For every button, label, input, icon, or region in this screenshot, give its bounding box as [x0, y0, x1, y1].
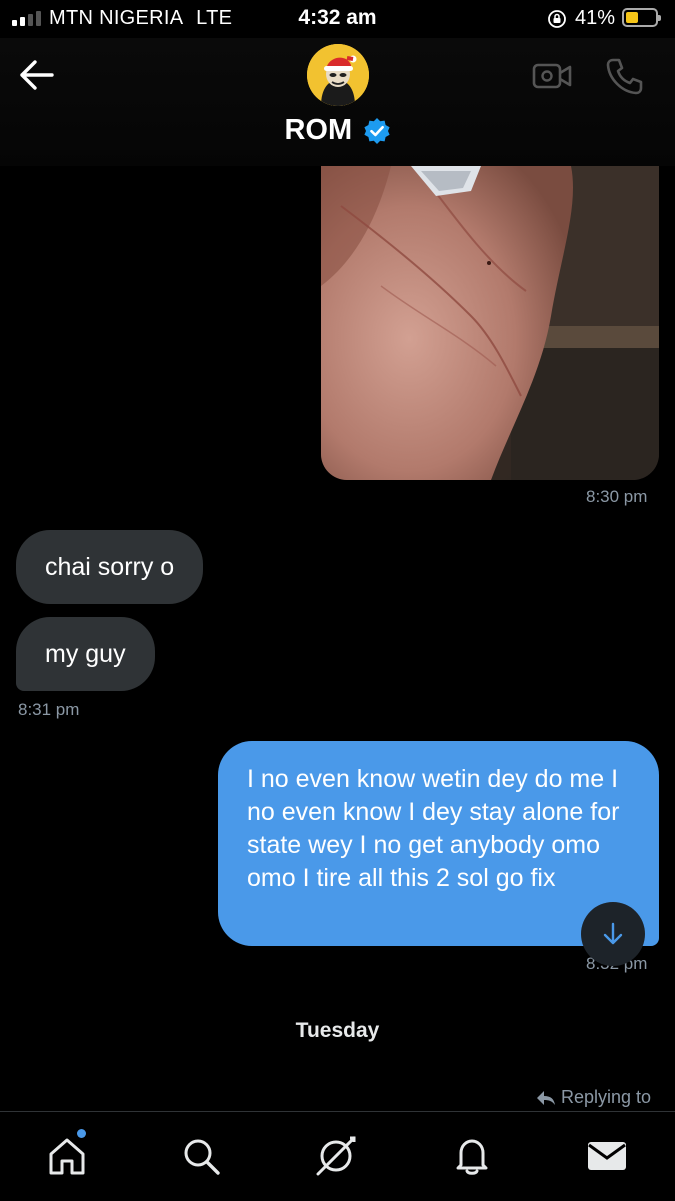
- battery-percent: 41%: [575, 7, 616, 29]
- incoming-message-bubble[interactable]: chai sorry o: [16, 530, 204, 604]
- replying-to-indicator[interactable]: Replying to: [536, 1087, 651, 1108]
- contact-name[interactable]: ROM: [284, 114, 352, 146]
- video-call-icon[interactable]: [532, 60, 572, 92]
- nav-spaces[interactable]: [314, 1134, 358, 1178]
- scroll-to-bottom-button[interactable]: [581, 902, 645, 966]
- avatar[interactable]: [307, 44, 369, 106]
- status-time: 4:32 am: [298, 6, 377, 29]
- search-icon: [184, 1139, 220, 1175]
- conversation-header: ROM: [0, 38, 675, 166]
- battery-icon: [622, 8, 661, 27]
- nav-home[interactable]: [45, 1134, 89, 1178]
- nav-notifications[interactable]: [450, 1134, 494, 1178]
- arrow-down-icon: [603, 922, 623, 945]
- spaces-icon: [316, 1136, 356, 1176]
- verified-badge-icon: [363, 117, 390, 144]
- day-separator: Tuesday: [295, 1019, 380, 1042]
- photo-image: [321, 166, 659, 480]
- notification-dot: [77, 1129, 86, 1138]
- notifications-icon: [456, 1139, 488, 1175]
- messages-icon: [588, 1142, 626, 1170]
- nav-search[interactable]: [179, 1134, 223, 1178]
- shared-photo[interactable]: [321, 166, 659, 480]
- home-icon: [49, 1138, 85, 1175]
- status-bar: MTN NIGERIA LTE 4:32 am 41%: [0, 0, 675, 38]
- incoming-message-bubble[interactable]: my guy: [16, 617, 155, 691]
- avatar-image: [307, 44, 369, 106]
- replying-to-label: Replying to: [561, 1087, 652, 1107]
- nav-messages[interactable]: [585, 1134, 629, 1178]
- rotation-lock-icon: [548, 10, 566, 28]
- phone-call-icon[interactable]: [604, 56, 644, 96]
- bottom-navigation: [0, 1111, 675, 1201]
- message-timestamp: 8:31 pm: [18, 700, 80, 719]
- message-timestamp: 8:30 pm: [586, 487, 648, 506]
- reply-arrow-icon: [537, 1090, 555, 1105]
- back-arrow-icon[interactable]: [18, 58, 56, 92]
